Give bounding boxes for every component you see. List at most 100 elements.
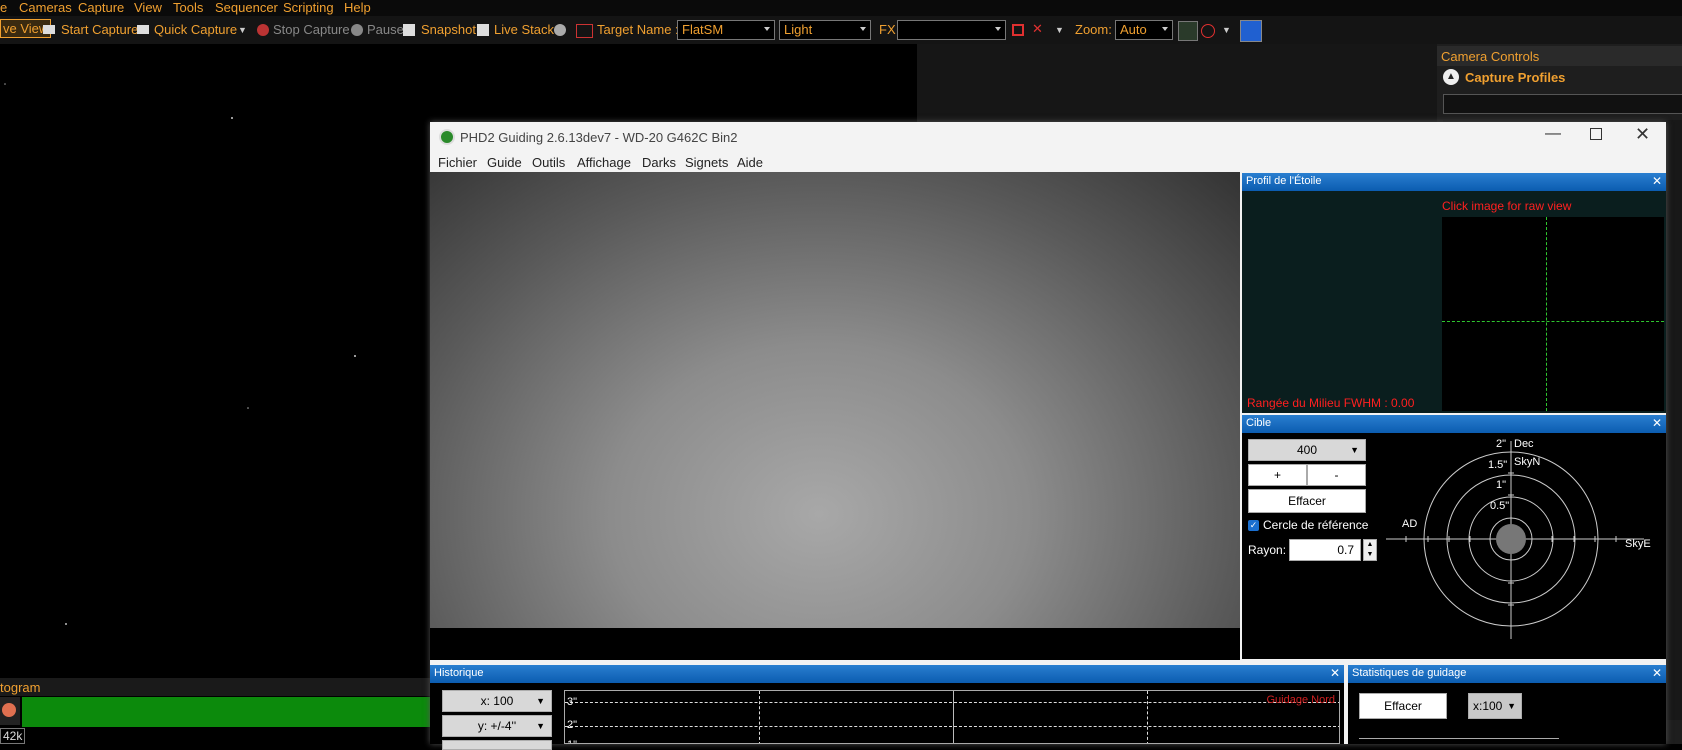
axis-label-dec: Dec xyxy=(1514,438,1534,450)
history-header: Historique ✕ xyxy=(430,665,1344,683)
history-options-button[interactable] xyxy=(442,740,552,750)
menu-darks[interactable]: Darks xyxy=(642,155,676,170)
target-clear-button[interactable]: Effacer xyxy=(1248,489,1366,513)
start-capture-button[interactable]: Start Capture xyxy=(61,22,138,37)
histogram-label: togram xyxy=(0,680,41,695)
guiding-stats-header: Statistiques de guidage ✕ xyxy=(1348,665,1666,683)
histogram-icon[interactable] xyxy=(0,697,20,725)
fwhm-text: Rangée du Milieu FWHM : 0.00 xyxy=(1247,396,1415,410)
chevron-down-icon: ▼ xyxy=(536,696,545,706)
live-stack-button[interactable]: Live Stack xyxy=(494,22,554,37)
history-y-tick: 1" xyxy=(567,739,577,743)
guiding-stats-panel: Statistiques de guidage ✕ Effacer x:100 … xyxy=(1348,665,1666,744)
target-scale-select[interactable]: 400 ▼ xyxy=(1248,439,1366,461)
guide-camera-image-bottom xyxy=(430,628,1240,660)
menu-signets[interactable]: Signets xyxy=(685,155,728,170)
stats-x-scale-value: x:100 xyxy=(1473,699,1503,713)
window-title: PHD2 Guiding 2.6.13dev7 - WD-20 G462C Bi… xyxy=(460,130,738,145)
history-y-tick: 2" xyxy=(567,719,578,731)
close-icon[interactable]: ✕ xyxy=(1635,124,1650,145)
zoom-out-button[interactable]: - xyxy=(1307,464,1366,486)
menu-scripting[interactable]: Scripting xyxy=(283,0,334,15)
history-panel: Historique ✕ x: 100 ▼ y: +/-4'' ▼ 3" 2" … xyxy=(430,665,1344,750)
quick-capture-dropdown-icon[interactable]: ▼ xyxy=(238,25,247,35)
phd2-window: PHD2 Guiding 2.6.13dev7 - WD-20 G462C Bi… xyxy=(430,122,1666,750)
menu-view[interactable]: View xyxy=(134,0,162,15)
close-icon[interactable]: ✕ xyxy=(1652,416,1662,430)
ring-label-1-5: 1.5" xyxy=(1488,459,1508,471)
quick-capture-button[interactable]: Quick Capture xyxy=(154,22,237,37)
menu-bar: e Cameras Capture View Tools Sequencer S… xyxy=(0,0,1682,16)
polar-align-icon[interactable] xyxy=(1240,20,1262,42)
history-y-scale-select[interactable]: y: +/-4'' ▼ xyxy=(442,715,552,737)
menu-sequencer[interactable]: Sequencer xyxy=(215,0,278,15)
histogram-bar: togram xyxy=(0,678,440,696)
menu-fichier[interactable]: Fichier xyxy=(438,155,477,170)
phd2-title-bar: PHD2 Guiding 2.6.13dev7 - WD-20 G462C Bi… xyxy=(430,122,1666,152)
capture-profile-select[interactable] xyxy=(1443,94,1682,114)
axis-label-skye: SkyE xyxy=(1625,538,1651,550)
ring-label-1: 1" xyxy=(1496,479,1507,491)
chevron-down-icon xyxy=(1162,27,1168,31)
phd2-menu-bar: Fichier Guide Outils Affichage Darks Sig… xyxy=(430,152,1666,172)
history-legend-north: Guidage Nord xyxy=(1266,694,1336,706)
minimize-icon[interactable]: — xyxy=(1545,125,1561,143)
menu-help[interactable]: Help xyxy=(344,0,371,15)
zoom-select[interactable]: Auto xyxy=(1115,20,1173,40)
close-icon[interactable]: ✕ xyxy=(1652,666,1662,680)
fx-select[interactable] xyxy=(897,20,1006,40)
moon-icon[interactable] xyxy=(554,24,566,36)
crosshair-icon[interactable]: ✕ xyxy=(1032,21,1043,37)
reticle-icon[interactable] xyxy=(1012,24,1024,36)
stats-x-scale-select[interactable]: x:100 ▼ xyxy=(1468,693,1522,719)
collapse-icon[interactable]: ▲ xyxy=(1443,69,1459,85)
target-scale-value: 400 xyxy=(1296,443,1318,457)
frame-type-select[interactable]: Light xyxy=(779,20,871,40)
radius-label: Rayon: xyxy=(1248,543,1287,557)
close-icon[interactable]: ✕ xyxy=(1652,174,1662,188)
menu-cameras[interactable]: Cameras xyxy=(19,0,72,15)
history-graph[interactable]: 3" 2" 1" Guidage Nord xyxy=(564,690,1340,744)
radius-input[interactable]: 0.7 xyxy=(1289,539,1361,561)
histogram-icon[interactable] xyxy=(1178,21,1198,41)
maximize-icon[interactable] xyxy=(1590,128,1602,140)
menu-file[interactable]: e xyxy=(0,0,7,15)
menu-tools[interactable]: Tools xyxy=(173,0,203,15)
chevron-down-icon[interactable]: ▼ xyxy=(1055,25,1064,35)
ring-label-2: 2" xyxy=(1496,438,1507,450)
frame-type-value: Light xyxy=(784,22,813,37)
history-y-scale-value: y: +/-4'' xyxy=(477,719,517,733)
target-name-input[interactable]: FlatSM xyxy=(677,20,775,40)
star-profile-title: Profil de l'Étoile xyxy=(1246,175,1322,187)
reference-circle-label: Cercle de référence xyxy=(1263,518,1369,532)
radius-spinner[interactable]: ▲ ▼ xyxy=(1363,539,1377,561)
history-x-scale-value: x: 100 xyxy=(480,694,514,708)
capture-profiles-header[interactable]: Capture Profiles xyxy=(1465,70,1565,85)
axis-label-ad: AD xyxy=(1402,518,1418,530)
reference-circle-checkbox[interactable]: ✓ xyxy=(1248,520,1259,531)
menu-affichage[interactable]: Affichage xyxy=(577,155,631,170)
zoom-value: Auto xyxy=(1120,22,1147,37)
target-title: Cible xyxy=(1246,417,1272,429)
toolbar: ve View Start Capture Quick Capture ▼ St… xyxy=(0,16,1682,44)
star-profile-image[interactable] xyxy=(1442,217,1664,411)
axis-label-skyn: SkyN xyxy=(1514,456,1541,468)
menu-guide[interactable]: Guide xyxy=(487,155,522,170)
camera-icon xyxy=(137,25,149,34)
history-x-scale-select[interactable]: x: 100 ▼ xyxy=(442,690,552,712)
guide-camera-image[interactable] xyxy=(430,172,1240,628)
zoom-in-button[interactable]: + xyxy=(1248,464,1307,486)
chevron-down-icon[interactable]: ▼ xyxy=(1222,25,1231,35)
pause-button[interactable]: Pause xyxy=(367,22,404,37)
sharpcap-side-gap xyxy=(917,44,1437,124)
stop-capture-button[interactable]: Stop Capture xyxy=(273,22,350,37)
focus-icon[interactable] xyxy=(1201,24,1215,38)
star-profile-panel: Profil de l'Étoile ✕ Click image for raw… xyxy=(1242,173,1666,413)
menu-aide[interactable]: Aide xyxy=(737,155,763,170)
snapshot-button[interactable]: Snapshot xyxy=(421,22,476,37)
close-icon[interactable]: ✕ xyxy=(1330,666,1340,680)
menu-outils[interactable]: Outils xyxy=(532,155,565,170)
menu-capture[interactable]: Capture xyxy=(78,0,124,15)
stats-clear-button[interactable]: Effacer xyxy=(1359,693,1447,719)
history-title: Historique xyxy=(434,667,484,679)
